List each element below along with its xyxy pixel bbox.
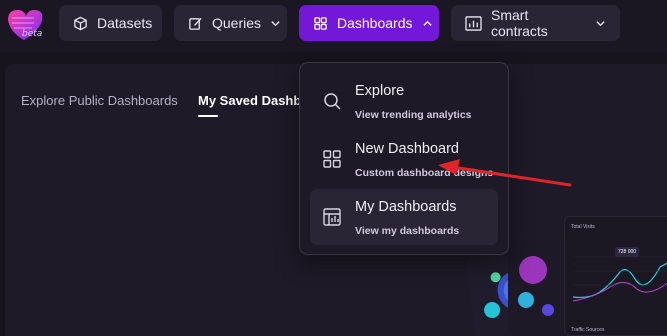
nav-dashboards-label: Dashboards — [337, 15, 413, 31]
top-navbar: beta Datasets Queries Dashboards Smart c… — [0, 0, 667, 52]
nav-queries-button[interactable]: Queries — [174, 5, 287, 41]
chevron-up-icon — [422, 20, 432, 26]
nav-datasets-button[interactable]: Datasets — [59, 5, 162, 41]
edit-icon — [189, 17, 202, 30]
dashboard-preview-traffic: Total Visits 728 000 Traffic Sources — [564, 216, 667, 336]
app-root: beta Datasets Queries Dashboards Smart c… — [0, 0, 667, 336]
beta-badge: beta — [22, 29, 43, 39]
chevron-down-icon — [596, 20, 605, 26]
line-chart-illustration-icon — [572, 256, 667, 302]
active-tab-indicator — [198, 115, 218, 117]
nav-smart-contracts-button[interactable]: Smart contracts — [451, 5, 620, 41]
panel-illustration-icon — [518, 256, 554, 316]
preview-traffic-sources-label: Traffic Sources — [571, 327, 605, 333]
menu-item-my-dashboards-subtitle: View my dashboards — [355, 225, 460, 237]
menu-item-my-dashboards-title: My Dashboards — [355, 199, 457, 215]
nav-queries-label: Queries — [212, 15, 262, 31]
menu-item-explore-title: Explore — [355, 83, 405, 99]
nav-smart-contracts-label: Smart contracts — [491, 7, 548, 39]
nav-datasets-label: Datasets — [97, 15, 153, 31]
search-icon — [324, 93, 341, 110]
annotation-arrow-icon — [438, 159, 572, 187]
dashboard-preview-panel — [508, 240, 568, 336]
grid-icon — [314, 16, 327, 30]
preview-total-visits-label: Total Visits — [571, 224, 595, 230]
nav-dashboards-button[interactable]: Dashboards — [299, 5, 439, 41]
tab-explore-public-dashboards[interactable]: Explore Public Dashboards — [21, 93, 178, 108]
cube-icon — [74, 16, 87, 30]
menu-item-explore[interactable]: Explore View trending analytics — [310, 73, 498, 129]
tab-my-saved-dashboards[interactable]: My Saved Dashboards — [198, 93, 302, 108]
menu-item-my-dashboards[interactable]: My Dashboards View my dashboards — [310, 189, 498, 245]
dashboard-icon — [323, 208, 341, 226]
bar-chart-icon — [465, 15, 482, 31]
grid-icon — [323, 150, 341, 168]
chevron-down-icon — [271, 20, 280, 26]
menu-item-explore-subtitle: View trending analytics — [355, 109, 472, 121]
